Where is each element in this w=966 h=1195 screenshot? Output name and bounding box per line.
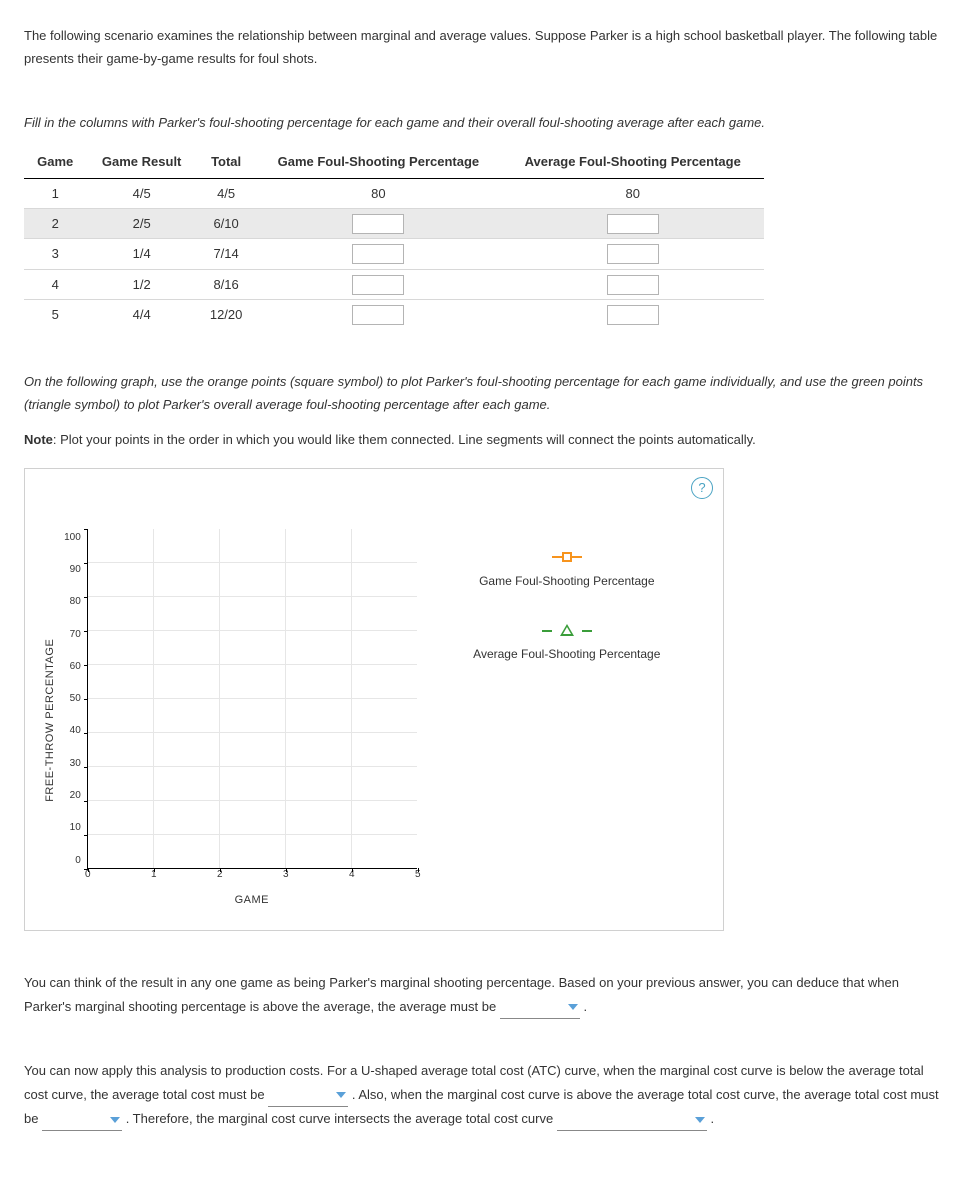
square-icon <box>562 552 572 562</box>
legend-avg-pct[interactable]: Average Foul-Shooting Percentage <box>457 622 677 666</box>
plot-area[interactable]: 012345 <box>87 529 417 869</box>
triangle-icon <box>560 624 574 636</box>
col-header: Game <box>24 146 86 178</box>
intro-text: The following scenario examines the rela… <box>24 24 942 71</box>
table-row: 41/28/16 <box>24 269 764 299</box>
game_pct-input[interactable] <box>352 244 404 264</box>
game_pct-input[interactable] <box>352 214 404 234</box>
table-row: 22/56/10 <box>24 208 764 238</box>
dropdown-intersect[interactable] <box>557 1107 707 1131</box>
avg_pct-input[interactable] <box>607 275 659 295</box>
y-axis-label: FREE-THROW PERCENTAGE <box>37 529 61 911</box>
table-instruction: Fill in the columns with Parker's foul-s… <box>24 111 942 134</box>
table-row: 54/412/20 <box>24 300 764 330</box>
col-header: Game Result <box>86 146 197 178</box>
avg_pct-input[interactable] <box>607 305 659 325</box>
foul-shooting-table: GameGame ResultTotalGame Foul-Shooting P… <box>24 146 764 329</box>
chevron-down-icon <box>336 1092 346 1098</box>
chevron-down-icon <box>568 1004 578 1010</box>
avg_pct-input[interactable] <box>607 214 659 234</box>
plot-note: Note: Plot your points in the order in w… <box>24 428 942 451</box>
legend: Game Foul-Shooting Percentage Average Fo… <box>417 529 677 911</box>
chevron-down-icon <box>110 1117 120 1123</box>
chevron-down-icon <box>695 1117 705 1123</box>
col-header: Total <box>197 146 255 178</box>
dropdown-avg-direction[interactable] <box>500 995 580 1019</box>
question-1: You can think of the result in any one g… <box>24 971 942 1019</box>
dropdown-atc-below[interactable] <box>268 1083 348 1107</box>
col-header: Game Foul-Shooting Percentage <box>255 146 501 178</box>
table-row: 31/47/14 <box>24 239 764 269</box>
x-axis-label: GAME <box>235 891 269 911</box>
graph-container: ? FREE-THROW PERCENTAGE 1009080706050403… <box>24 468 724 932</box>
legend-game-pct[interactable]: Game Foul-Shooting Percentage <box>457 549 677 593</box>
question-2: You can now apply this analysis to produ… <box>24 1059 942 1131</box>
dropdown-atc-above[interactable] <box>42 1107 122 1131</box>
game_pct-input[interactable] <box>352 305 404 325</box>
table-row: 14/54/58080 <box>24 178 764 208</box>
col-header: Average Foul-Shooting Percentage <box>501 146 764 178</box>
graph-instruction: On the following graph, use the orange p… <box>24 370 942 417</box>
game_pct-input[interactable] <box>352 275 404 295</box>
help-icon[interactable]: ? <box>691 477 713 499</box>
avg_pct-input[interactable] <box>607 244 659 264</box>
